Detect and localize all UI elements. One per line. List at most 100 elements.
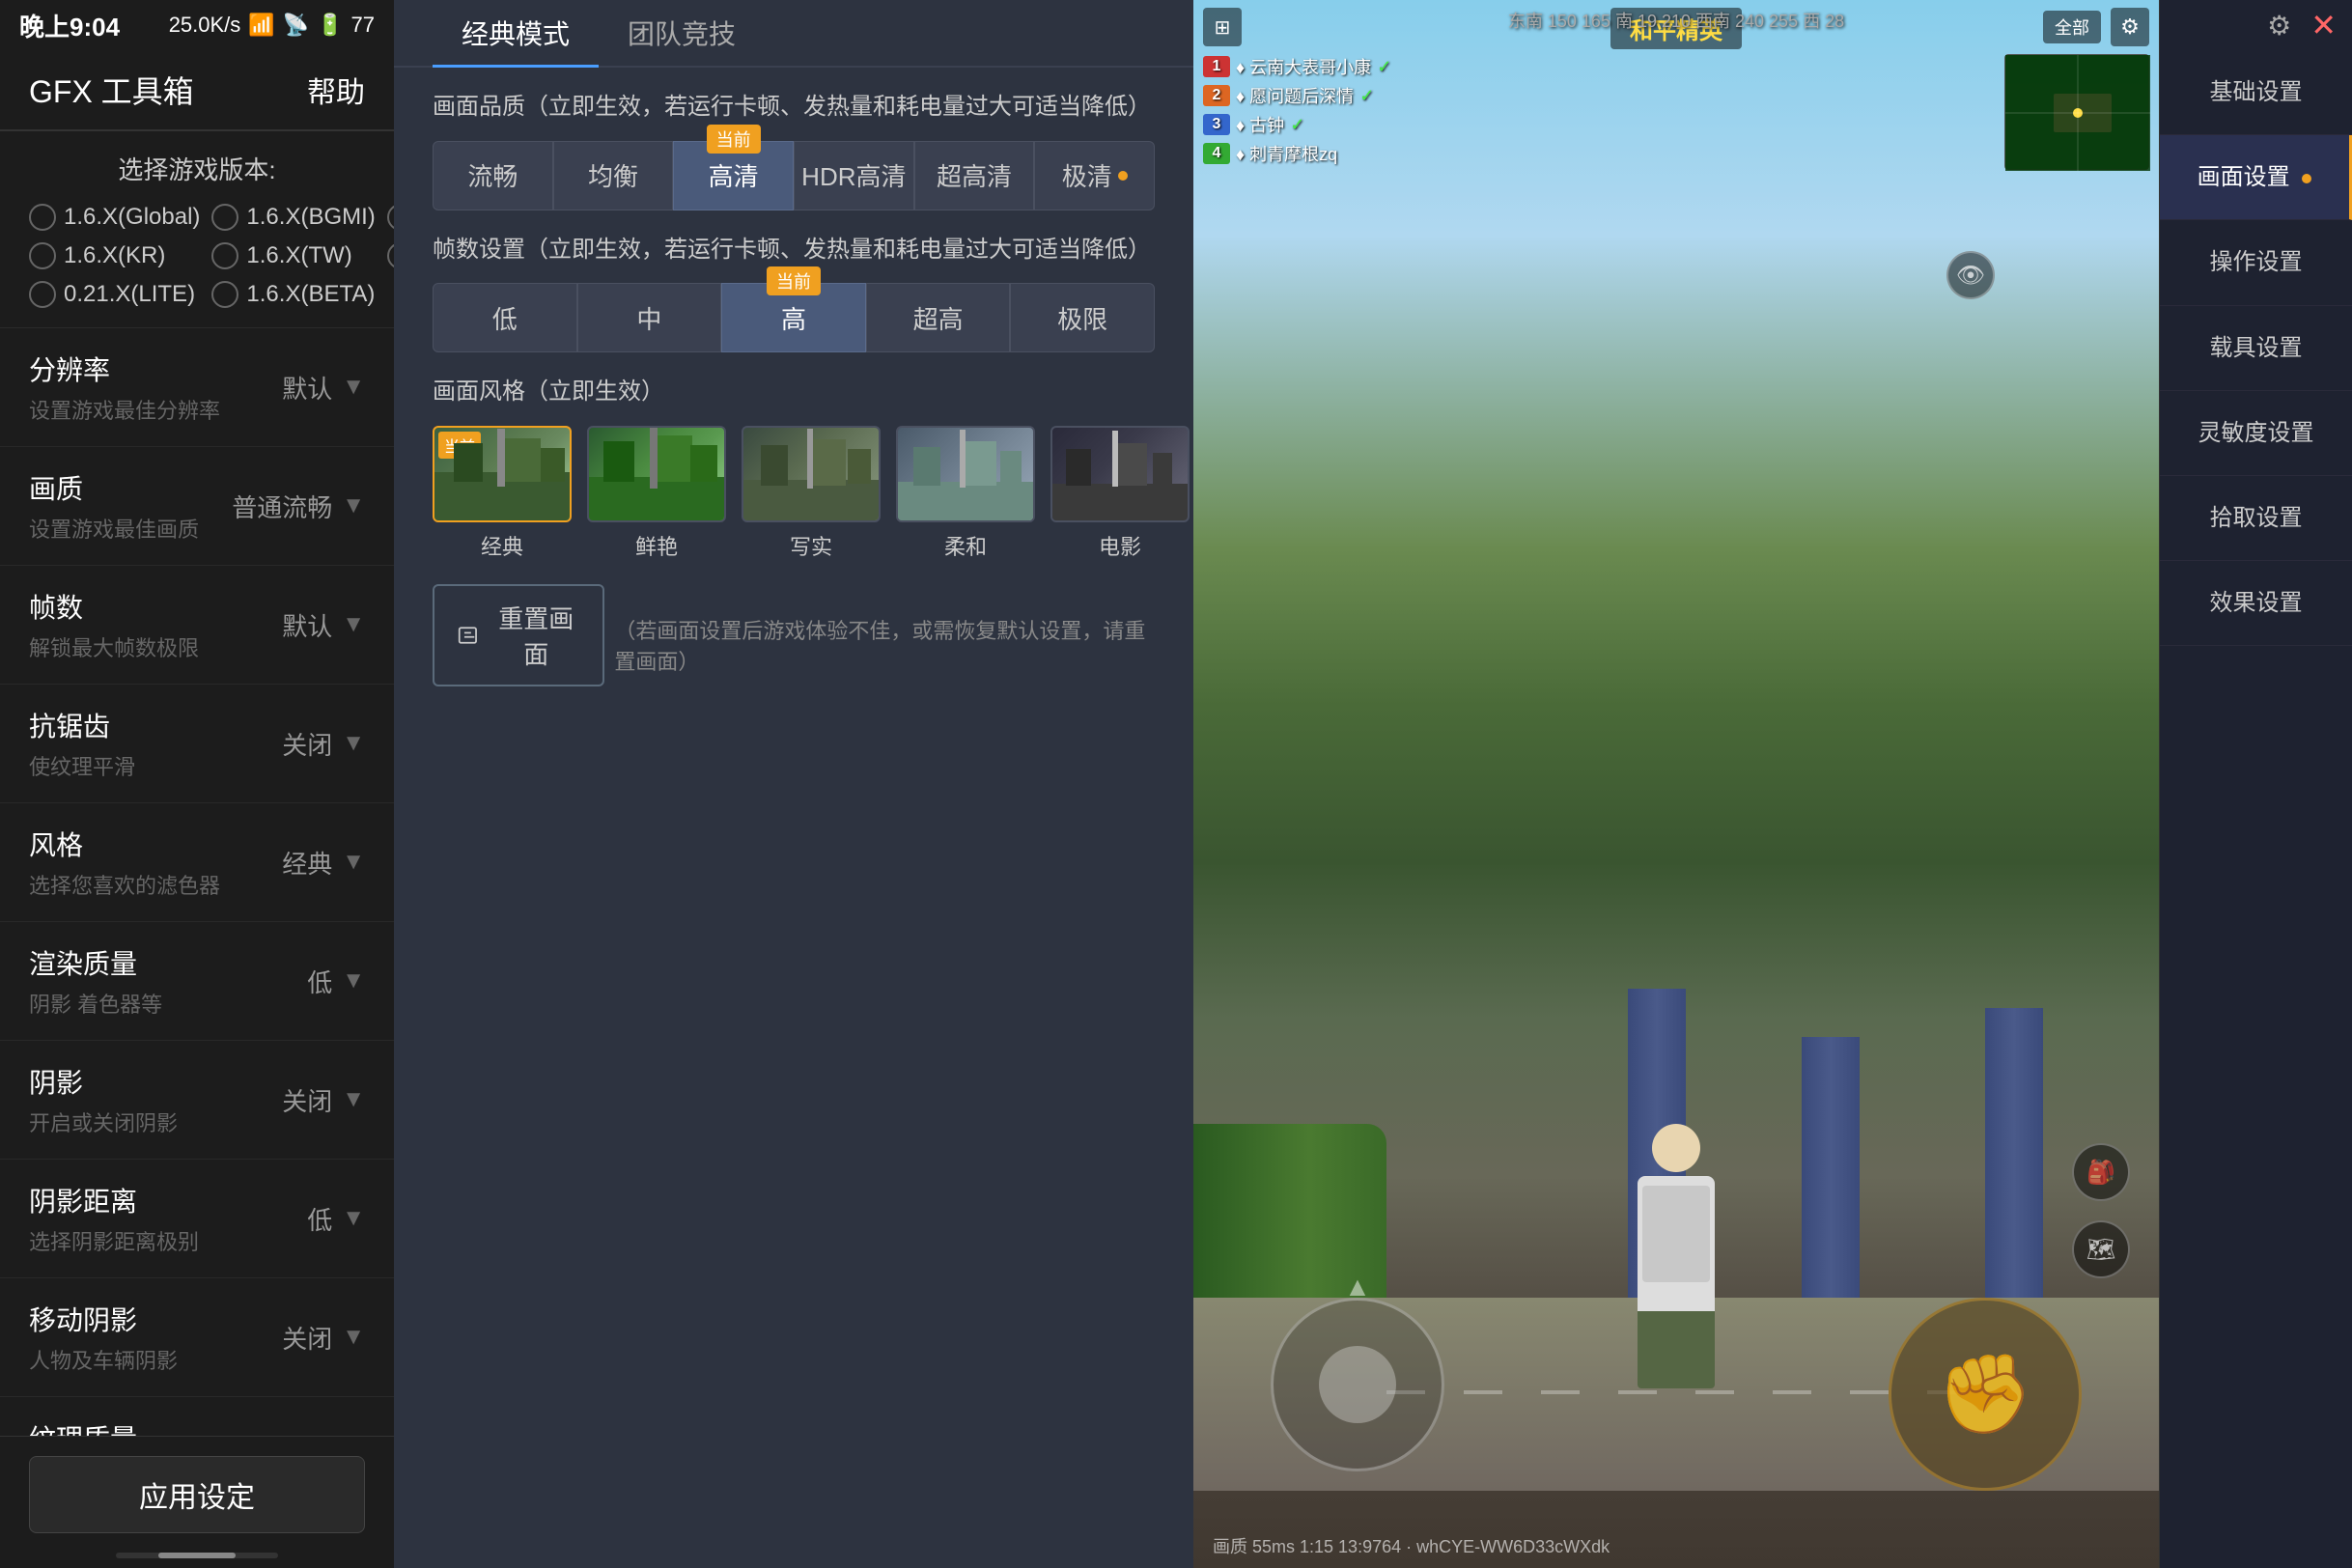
map-icon[interactable]: 🗺 <box>2072 1220 2130 1278</box>
setting-style[interactable]: 风格 选择您喜欢的滤色器 经典 ▼ <box>0 803 394 922</box>
menu-pickup[interactable]: 拾取设置 <box>2160 476 2352 561</box>
squad-num-3: 3 <box>1203 114 1230 135</box>
fps-high[interactable]: 当前 高 <box>721 283 866 352</box>
style-cinematic[interactable]: 电影 <box>1050 426 1190 561</box>
extreme-dot <box>1118 171 1128 181</box>
all-button[interactable]: 全部 <box>2043 11 2101 43</box>
squad-name-4: ♦ 刺青摩根zq <box>1236 141 1337 166</box>
radio-global <box>29 204 56 231</box>
setting-shadow-move[interactable]: 移动阴影 人物及车辆阴影 关闭 ▼ <box>0 1278 394 1397</box>
fps-mid[interactable]: 中 <box>577 283 722 352</box>
version-lite[interactable]: 0.21.X(LITE) <box>29 281 200 308</box>
inventory-icon[interactable]: 🎒 <box>2072 1143 2130 1201</box>
squad-member-1: 1 ♦ 云南大表哥小康 ✓ <box>1203 54 1391 79</box>
reset-label: 重置画面 <box>492 600 579 671</box>
joystick-up-arrow: ▲ <box>1344 1272 1371 1302</box>
joystick[interactable]: ▲ <box>1271 1298 1444 1471</box>
app-title: GFX 工具箱 <box>29 68 194 112</box>
quality-hdr[interactable]: HDR高清 <box>794 141 914 210</box>
setting-antialias-desc: 使纹理平滑 <box>29 750 135 781</box>
version-global[interactable]: 1.6.X(Global) <box>29 204 200 231</box>
menu-effect[interactable]: 效果设置 <box>2160 561 2352 646</box>
character <box>1618 1124 1734 1394</box>
visibility-button[interactable]: 👁 <box>1946 251 1995 299</box>
quality-hd[interactable]: 当前 高清 <box>673 141 794 210</box>
quality-ultra[interactable]: 超高清 <box>914 141 1035 210</box>
fps-ultra[interactable]: 超高 <box>866 283 1011 352</box>
quality-balanced[interactable]: 均衡 <box>553 141 674 210</box>
menu-basic[interactable]: 基础设置 <box>2160 50 2352 135</box>
setting-antialias[interactable]: 抗锯齿 使纹理平滑 关闭 ▼ <box>0 685 394 803</box>
squad-icon[interactable]: ⊞ <box>1203 8 1242 46</box>
menu-vehicle[interactable]: 载具设置 <box>2160 306 2352 391</box>
quality-options: 流畅 均衡 当前 高清 HDR高清 超高清 极清 <box>433 141 1155 210</box>
scrollbar-indicator <box>116 1553 278 1558</box>
status-icons: 25.0K/s 📶 📡 🔋 77 <box>169 13 375 38</box>
quality-current-badge: 当前 <box>707 125 761 154</box>
version-bgmi-label: 1.6.X(BGMI) <box>246 204 375 231</box>
style-classic[interactable]: 当前 经典 <box>433 426 572 561</box>
apply-button[interactable]: 应用设定 <box>29 1456 365 1533</box>
chevron-icon: ▼ <box>342 374 365 401</box>
squad-name-1: ♦ 云南大表哥小康 <box>1236 54 1371 79</box>
menu-display[interactable]: 画面设置 <box>2160 135 2352 220</box>
squad-num-1: 1 <box>1203 56 1230 77</box>
radio-kr <box>29 242 56 269</box>
version-kr[interactable]: 1.6.X(KR) <box>29 242 200 269</box>
quality-extreme[interactable]: 极清 <box>1034 141 1155 210</box>
setting-shadow-dist[interactable]: 阴影距离 选择阴影距离极别 低 ▼ <box>0 1160 394 1278</box>
close-button[interactable]: ✕ <box>2310 7 2337 43</box>
setting-shadow-name: 阴影 <box>29 1062 178 1101</box>
fps-extreme[interactable]: 极限 <box>1010 283 1155 352</box>
setting-texture[interactable]: 纹理质量 物品 车辆等 默认 ▼ <box>0 1397 394 1436</box>
setting-quality-name: 画质 <box>29 468 199 507</box>
squad-list: 1 ♦ 云南大表哥小康 ✓ 2 ♦ 愿问题后深情 ✓ 3 ♦ 古钟 ✓ 4 ♦ … <box>1203 54 1391 166</box>
hud-top-right: 全部 ⚙ <box>2043 8 2149 46</box>
setting-resolution[interactable]: 分辨率 设置游戏最佳分辨率 默认 ▼ <box>0 328 394 447</box>
settings-gear-icon[interactable]: ⚙ <box>2111 8 2149 46</box>
gear-button[interactable]: ⚙ <box>2267 10 2291 42</box>
setting-render-quality[interactable]: 渲染质量 阴影 着色器等 低 ▼ <box>0 922 394 1041</box>
style-classic-label: 经典 <box>481 530 523 561</box>
squad-member-3: 3 ♦ 古钟 ✓ <box>1203 112 1391 137</box>
version-beta[interactable]: 1.6.X(BETA) <box>211 281 375 308</box>
style-soft[interactable]: 柔和 <box>896 426 1035 561</box>
style-section-title: 画面风格（立即生效） <box>433 376 1155 408</box>
fps-low[interactable]: 低 <box>433 283 577 352</box>
speed-display: 25.0K/s <box>169 13 241 38</box>
version-tw[interactable]: 1.6.X(TW) <box>211 242 375 269</box>
help-button[interactable]: 帮助 <box>307 69 365 111</box>
style-vivid[interactable]: 鲜艳 <box>587 426 726 561</box>
reset-button[interactable]: 重置画面 <box>433 584 604 686</box>
setting-shadow-value: 关闭 <box>282 1082 332 1118</box>
style-realistic[interactable]: 写实 <box>742 426 881 561</box>
chevron-icon: ▼ <box>342 611 365 638</box>
style-vivid-label: 鲜艳 <box>635 530 678 561</box>
settings-content: 画面品质（立即生效，若运行卡顿、发热量和耗电量过大可适当降低） 流畅 均衡 当前… <box>394 68 1193 1568</box>
setting-render-quality-name: 渲染质量 <box>29 943 162 982</box>
setting-fps[interactable]: 帧数 解锁最大帧数极限 默认 ▼ <box>0 566 394 685</box>
chevron-icon: ▼ <box>342 1324 365 1351</box>
fps-current-badge: 当前 <box>767 266 821 295</box>
compass-display: 东南 150 165 南 19 210 西南 240 255 西 28 <box>1508 8 1844 33</box>
cinematic-scene <box>1052 426 1190 520</box>
minimap <box>2004 54 2149 170</box>
wifi-icon: 📡 <box>283 13 309 38</box>
menu-sensitivity[interactable]: 灵敏度设置 <box>2160 391 2352 476</box>
menu-control[interactable]: 操作设置 <box>2160 220 2352 305</box>
chevron-icon: ▼ <box>342 967 365 994</box>
version-label: 选择游戏版本: <box>29 151 365 186</box>
tab-team[interactable]: 团队竞技 <box>599 0 765 68</box>
version-bgmi[interactable]: 1.6.X(BGMI) <box>211 204 375 231</box>
reset-hint: （若画面设置后游戏体验不佳，或需恢复默认设置，请重置画面） <box>614 614 1155 676</box>
action-button[interactable]: ✊ <box>1889 1298 2082 1491</box>
setting-quality[interactable]: 画质 设置游戏最佳画质 普通流畅 ▼ <box>0 447 394 566</box>
battery-pct: 77 <box>351 13 375 38</box>
quality-fluent[interactable]: 流畅 <box>433 141 553 210</box>
setting-render-quality-desc: 阴影 着色器等 <box>29 988 162 1019</box>
settings-header: 经典模式 团队竞技 <box>394 0 1193 68</box>
tab-classic[interactable]: 经典模式 <box>433 0 599 68</box>
minimap-display <box>2005 55 2150 171</box>
setting-shadow[interactable]: 阴影 开启或关闭阴影 关闭 ▼ <box>0 1041 394 1160</box>
setting-style-name: 风格 <box>29 825 220 863</box>
